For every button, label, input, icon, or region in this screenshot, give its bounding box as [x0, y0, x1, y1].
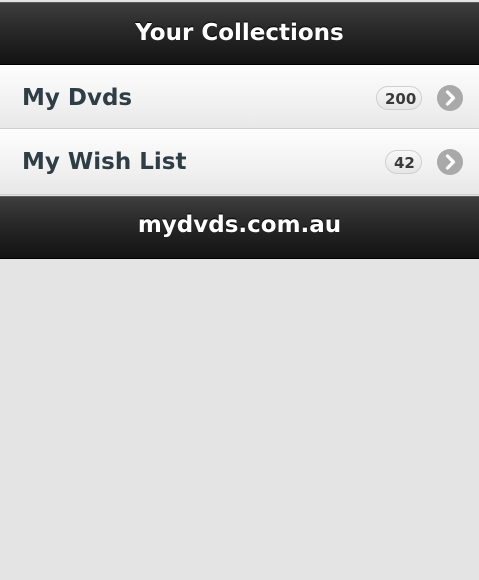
page-title: Your Collections — [135, 20, 344, 46]
collections-list: My Dvds 200 My Wish List 42 — [0, 65, 479, 195]
chevron-right-circle-icon — [437, 85, 463, 111]
header-bar: Your Collections — [0, 2, 479, 65]
list-item-my-wish-list[interactable]: My Wish List 42 — [0, 129, 479, 195]
list-item-label: My Wish List — [22, 149, 187, 175]
list-item-my-dvds[interactable]: My Dvds 200 — [0, 65, 479, 129]
count-badge: 200 — [376, 86, 422, 110]
count-badge: 42 — [385, 150, 422, 174]
footer-site-link[interactable]: mydvds.com.au — [138, 212, 341, 238]
chevron-right-circle-icon — [437, 149, 463, 175]
list-item-label: My Dvds — [22, 85, 133, 111]
footer-bar: mydvds.com.au — [0, 196, 479, 259]
